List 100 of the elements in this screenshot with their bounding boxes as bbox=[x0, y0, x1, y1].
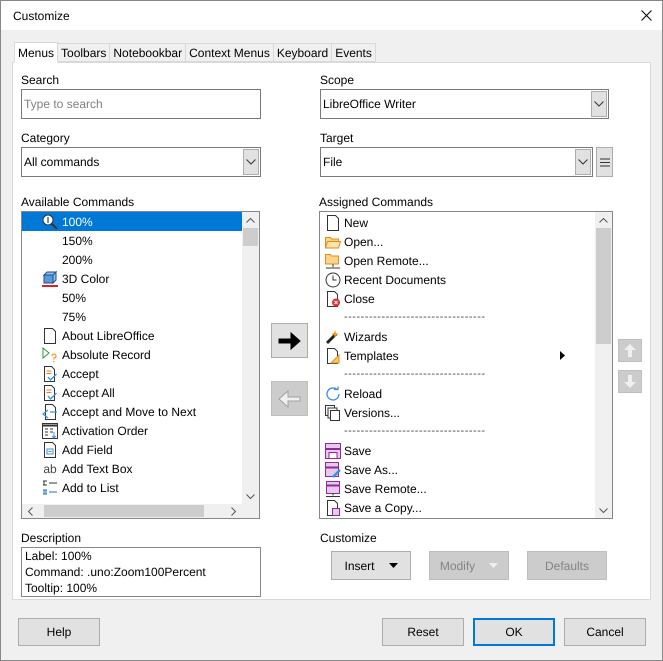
chevron-down-icon bbox=[578, 159, 588, 165]
list-item[interactable]: Open Remote... bbox=[320, 251, 595, 270]
field-label: Search bbox=[21, 72, 60, 89]
dialog-button[interactable]: Reset bbox=[382, 618, 464, 646]
arrow-down-icon bbox=[622, 374, 637, 389]
separator-line: ---------------------------------- bbox=[344, 310, 486, 326]
list-item[interactable]: Absolute Record bbox=[22, 345, 242, 364]
description-text: Command: .uno:Zoom100Percent bbox=[25, 564, 207, 580]
list-item[interactable]: Save bbox=[320, 441, 595, 460]
cube-icon bbox=[42, 270, 58, 286]
search-field[interactable]: Type to search bbox=[21, 89, 261, 119]
list-item[interactable]: 3D Color bbox=[22, 269, 242, 288]
chevron-down-icon bbox=[594, 101, 604, 107]
list-item[interactable]: Save As... bbox=[320, 460, 595, 479]
arrow-up-icon bbox=[622, 343, 637, 358]
list-item[interactable]: Add Field bbox=[22, 440, 242, 459]
list-item[interactable]: About LibreOffice bbox=[22, 326, 242, 345]
list-item[interactable]: Wizards bbox=[320, 327, 595, 346]
list-item[interactable]: Close bbox=[320, 289, 595, 308]
document-close-icon bbox=[324, 290, 341, 306]
tab[interactable]: Context Menus bbox=[185, 43, 274, 62]
list-item[interactable]: Save a Copy... bbox=[320, 498, 595, 517]
tab[interactable]: Events bbox=[331, 43, 376, 62]
close-icon[interactable] bbox=[641, 10, 652, 21]
separator-line: ---------------------------------- bbox=[344, 424, 486, 440]
list-item[interactable]: Templates bbox=[320, 346, 595, 365]
scrollbar[interactable] bbox=[22, 504, 260, 518]
field-label: Description bbox=[21, 530, 82, 547]
list-item[interactable]: 75% bbox=[22, 307, 242, 326]
description-text: Tooltip: 100% bbox=[25, 580, 98, 596]
scrollbar-thumb[interactable] bbox=[596, 228, 611, 344]
field-label: Assigned Commands bbox=[318, 194, 434, 211]
menu-icon bbox=[600, 158, 610, 166]
tab[interactable]: Keyboard bbox=[272, 43, 332, 62]
field-label: Customize bbox=[320, 530, 378, 547]
stacked-pages-icon bbox=[324, 404, 341, 420]
field-label: Category bbox=[21, 130, 71, 147]
scrollbar-thumb[interactable] bbox=[44, 505, 204, 517]
list-icon bbox=[42, 480, 58, 496]
scope-dropdown[interactable]: LibreOffice Writer bbox=[320, 89, 609, 119]
list-item[interactable]: ab Add Text Box bbox=[22, 459, 242, 478]
chevron-up-icon bbox=[598, 217, 608, 223]
list-item[interactable]: Recent Documents bbox=[320, 270, 595, 289]
play-question-icon bbox=[42, 346, 58, 362]
chevron-left-icon bbox=[27, 506, 33, 516]
chevron-down-icon bbox=[246, 494, 256, 500]
menu-button[interactable] bbox=[596, 147, 613, 177]
window-title: Customize bbox=[13, 8, 70, 24]
add-button[interactable] bbox=[271, 323, 308, 358]
chevron-down-icon bbox=[598, 508, 608, 514]
tab[interactable]: Notebookbar bbox=[109, 43, 186, 62]
category-dropdown[interactable]: All commands bbox=[21, 147, 261, 177]
list-item[interactable]: 100% bbox=[22, 212, 242, 231]
tab[interactable]: Toolbars bbox=[57, 43, 110, 62]
arrow-right-icon bbox=[277, 330, 302, 352]
list-item[interactable]: 150% bbox=[22, 231, 242, 250]
dialog-button[interactable]: Help bbox=[18, 618, 100, 646]
reload-icon bbox=[324, 386, 341, 402]
folder-remote-icon bbox=[324, 252, 341, 268]
target-dropdown[interactable]: File bbox=[320, 147, 593, 177]
dialog-button[interactable]: Cancel bbox=[564, 618, 646, 646]
wand-icon bbox=[324, 328, 341, 344]
magnifier-icon bbox=[42, 214, 58, 230]
separator-line: ---------------------------------- bbox=[344, 367, 486, 382]
list-item[interactable]: Save Remote... bbox=[320, 479, 595, 498]
customize-button[interactable]: Insert bbox=[331, 551, 411, 580]
arrow-left-icon bbox=[277, 388, 302, 410]
list-item[interactable]: New bbox=[320, 213, 595, 232]
field-label: Target bbox=[320, 130, 354, 147]
field-label: Scope bbox=[320, 72, 356, 89]
list-item[interactable]: 200% bbox=[22, 250, 242, 269]
document-check-icon bbox=[42, 366, 58, 382]
scrollbar[interactable] bbox=[242, 212, 260, 504]
list-item[interactable]: Accept bbox=[22, 364, 242, 383]
chevron-down-icon bbox=[246, 159, 256, 165]
chevron-right-icon bbox=[231, 506, 238, 516]
dialog-button[interactable]: OK bbox=[473, 618, 555, 646]
list-item[interactable]: Accept and Move to Next bbox=[22, 402, 242, 421]
template-icon bbox=[324, 348, 341, 364]
document-arrow-icon bbox=[42, 404, 58, 420]
list-item[interactable]: Open... bbox=[320, 232, 595, 251]
list-item[interactable]: Reload bbox=[320, 384, 595, 403]
list-item[interactable]: Accept All bbox=[22, 383, 242, 402]
document-check-icon bbox=[42, 384, 58, 400]
document-floppy-icon bbox=[324, 500, 341, 516]
field-label: Available Commands bbox=[21, 194, 136, 211]
floppy-pencil-icon bbox=[324, 462, 341, 478]
clock-icon bbox=[324, 272, 341, 288]
document-icon bbox=[324, 214, 341, 230]
text-box-icon: ab bbox=[43, 460, 57, 478]
scrollbar[interactable] bbox=[594, 212, 612, 518]
chevron-up-icon bbox=[246, 217, 256, 223]
list-item[interactable]: Add to List bbox=[22, 478, 242, 497]
document-field-icon bbox=[42, 442, 58, 458]
list-item[interactable]: Versions... bbox=[320, 403, 595, 422]
list-item[interactable]: Activation Order bbox=[22, 421, 242, 440]
scrollbar-thumb[interactable] bbox=[243, 228, 258, 246]
list-item[interactable]: 50% bbox=[22, 288, 242, 307]
tab[interactable]: Menus bbox=[14, 42, 58, 63]
document-icon bbox=[42, 328, 58, 344]
